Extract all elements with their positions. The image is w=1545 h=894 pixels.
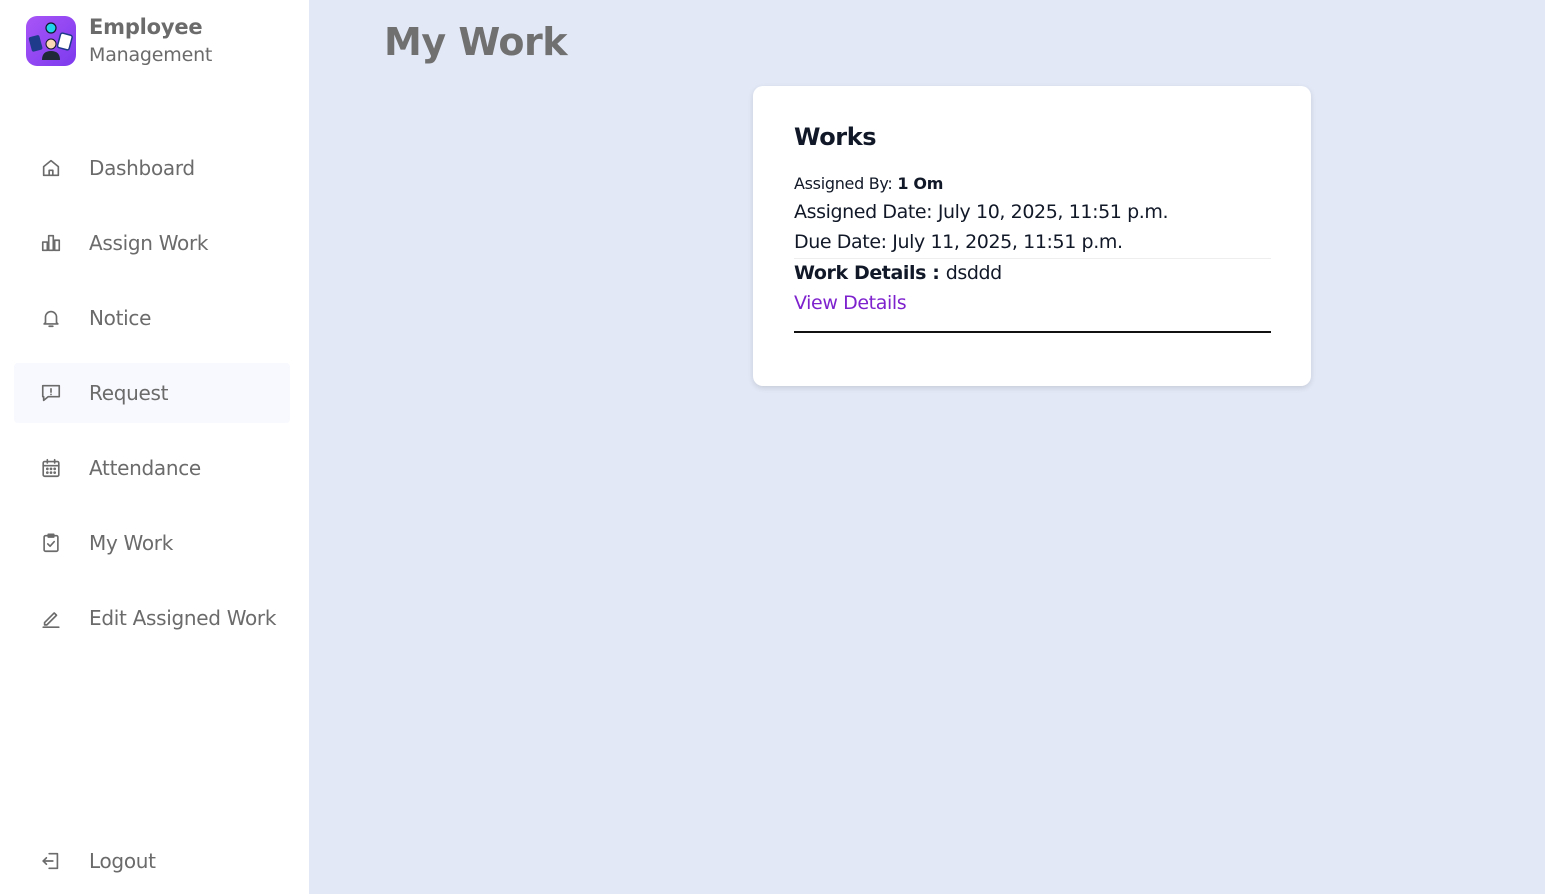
sidebar-item-label: Dashboard xyxy=(89,156,195,180)
sidebar-item-label: Edit Assigned Work xyxy=(89,606,277,630)
bell-icon xyxy=(39,306,63,330)
message-alert-icon xyxy=(39,381,63,405)
work-card: Works Assigned By: 1 Om Assigned Date: J… xyxy=(753,86,1311,386)
sidebar: Employee Management Dashboard Assign Wor… xyxy=(0,0,309,894)
home-icon xyxy=(39,156,63,180)
work-details-label: Work Details : xyxy=(794,262,946,284)
assigned-by-value: 1 Om xyxy=(897,174,944,193)
calendar-icon xyxy=(39,456,63,480)
assigned-by-label: Assigned By: xyxy=(794,174,898,193)
bar-chart-icon xyxy=(39,231,63,255)
sidebar-item-request[interactable]: Request xyxy=(14,363,290,423)
logout-icon xyxy=(39,849,63,873)
sidebar-item-label: Assign Work xyxy=(89,231,209,255)
sidebar-item-assign-work[interactable]: Assign Work xyxy=(14,213,290,273)
brand-title: Employee xyxy=(89,15,203,39)
sidebar-item-label: Notice xyxy=(89,306,152,330)
assigned-date: Assigned Date: July 10, 2025, 11:51 p.m. xyxy=(794,201,1169,223)
team-logo-icon xyxy=(26,16,76,66)
sidebar-item-my-work[interactable]: My Work xyxy=(14,513,290,573)
sidebar-item-label: My Work xyxy=(89,531,173,555)
work-details: Work Details : dsddd xyxy=(794,262,1002,284)
divider xyxy=(794,331,1271,333)
sidebar-item-label: Request xyxy=(89,381,169,405)
card-title: Works xyxy=(794,123,877,151)
sidebar-item-attendance[interactable]: Attendance xyxy=(14,438,290,498)
sidebar-item-dashboard[interactable]: Dashboard xyxy=(14,138,290,198)
brand[interactable]: Employee Management xyxy=(26,16,212,66)
logout-label: Logout xyxy=(89,849,156,873)
brand-subtitle: Management xyxy=(89,44,213,66)
pencil-icon xyxy=(39,606,63,630)
page-title: My Work xyxy=(384,20,568,64)
assigned-by: Assigned By: 1 Om xyxy=(794,174,943,193)
logout-button[interactable]: Logout xyxy=(14,831,290,891)
clipboard-check-icon xyxy=(39,531,63,555)
due-date: Due Date: July 11, 2025, 11:51 p.m. xyxy=(794,231,1123,253)
sidebar-item-notice[interactable]: Notice xyxy=(14,288,290,348)
work-details-value: dsddd xyxy=(945,262,1003,284)
divider xyxy=(794,258,1271,259)
sidebar-item-label: Attendance xyxy=(89,456,201,480)
view-details-link[interactable]: View Details xyxy=(794,292,907,314)
sidebar-item-edit-assigned-work[interactable]: Edit Assigned Work xyxy=(14,588,290,648)
